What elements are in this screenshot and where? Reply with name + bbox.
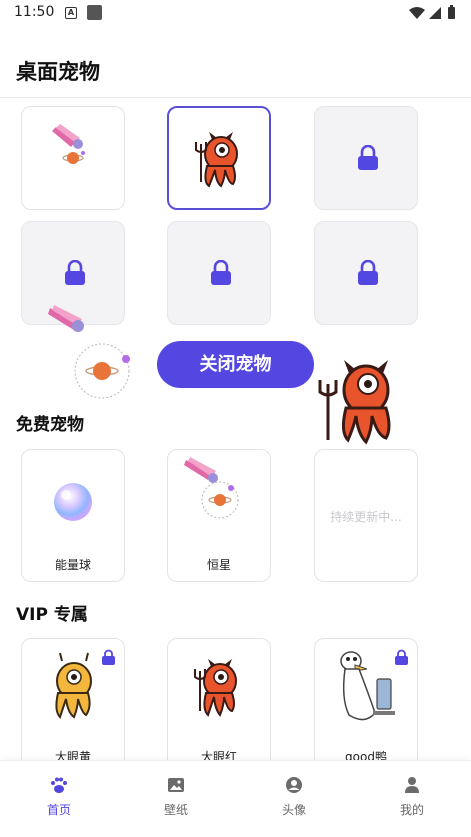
lock-icon: [358, 260, 378, 285]
yellow-monster-art: [55, 652, 92, 719]
nav-label: 我的: [399, 803, 424, 817]
pet-card-red-devil[interactable]: [167, 106, 271, 210]
nav-label: 壁纸: [163, 803, 188, 817]
star-planet-art: [184, 457, 239, 519]
nav-profile[interactable]: 我的: [372, 775, 452, 825]
red-devil-art: [195, 132, 238, 188]
notification-square-icon: [87, 5, 102, 20]
vip-pets-title: VIP 专属: [16, 605, 88, 625]
avatar-icon: [286, 777, 302, 793]
nav-home[interactable]: 首页: [19, 775, 99, 825]
floating-planet-pet[interactable]: [44, 302, 144, 402]
status-bar: 11:50 A: [0, 0, 471, 28]
nav-wallpaper[interactable]: 壁纸: [136, 775, 216, 825]
pet-card-coming-soon: 持续更新中...: [314, 449, 418, 582]
nav-avatar[interactable]: 头像: [254, 775, 334, 825]
bottom-nav: 首页 壁纸 头像 我的: [0, 760, 471, 837]
header-divider: [0, 97, 471, 98]
duck-art: [340, 651, 395, 721]
pet-card-locked[interactable]: [167, 221, 271, 325]
pet-card-star[interactable]: 恒星: [167, 449, 271, 582]
status-time: 11:50: [14, 4, 55, 20]
lock-icon: [65, 260, 85, 285]
red-devil-art: [194, 659, 237, 717]
floating-red-devil-pet[interactable]: [314, 354, 410, 450]
energy-ball-art: [54, 483, 92, 521]
pet-card-locked[interactable]: [314, 221, 418, 325]
image-icon: [168, 778, 184, 792]
nav-label: 头像: [281, 803, 306, 817]
pet-card-locked[interactable]: [314, 106, 418, 210]
status-icons: [409, 5, 455, 19]
paw-icon: [51, 777, 67, 793]
person-icon: [405, 777, 419, 793]
free-pets-title: 免费宠物: [16, 415, 84, 435]
close-pet-button[interactable]: 关闭宠物: [157, 341, 314, 388]
pet-card-energy-ball[interactable]: 能量球: [21, 449, 125, 582]
lock-icon: [358, 145, 378, 170]
coming-soon-text: 持续更新中...: [330, 510, 402, 524]
pet-card-meteor[interactable]: [21, 106, 125, 210]
lock-icon: [211, 260, 231, 285]
meteor-planet-art: [52, 124, 85, 164]
page-title: 桌面宠物: [16, 60, 100, 84]
pet-label: 恒星: [206, 558, 231, 572]
pet-label: 能量球: [54, 558, 91, 572]
nav-label: 首页: [46, 803, 71, 817]
notification-a-icon: A: [65, 7, 77, 19]
